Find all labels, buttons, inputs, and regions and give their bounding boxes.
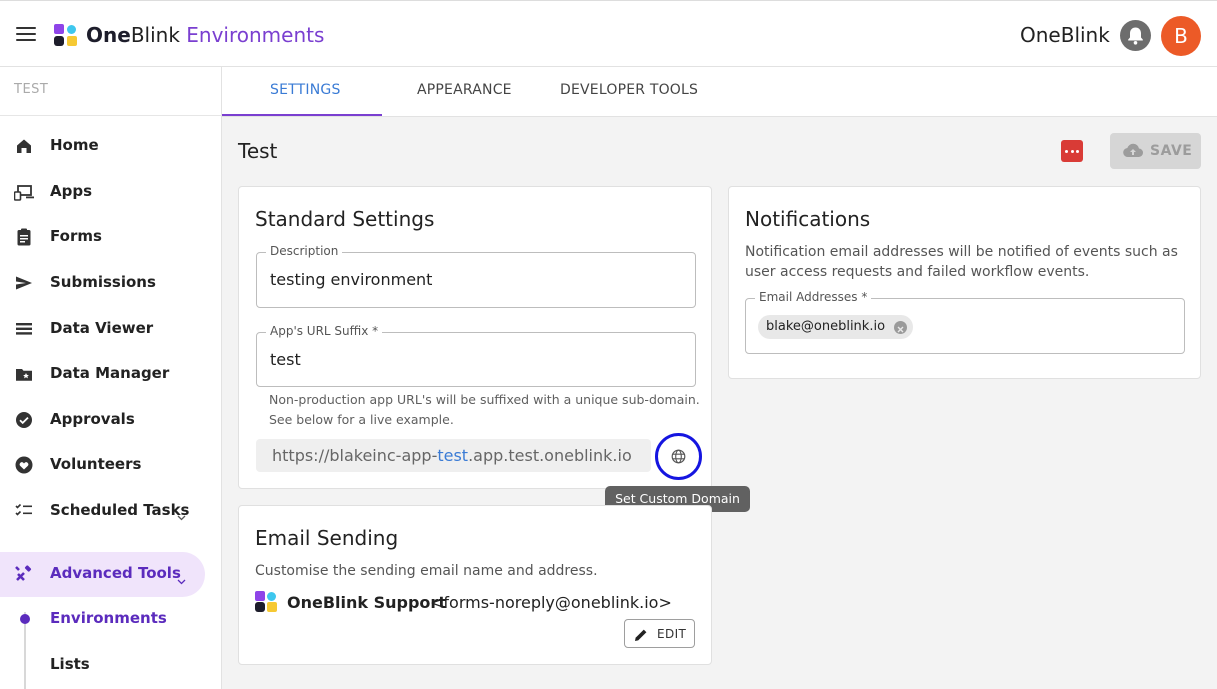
standard-settings-card: Standard Settings Description testing en… [238,186,712,489]
description-field[interactable]: Description testing environment [256,244,696,308]
sidebar-environment-label: TEST [14,82,49,97]
edit-button-label: EDIT [657,627,687,641]
save-button-label: SAVE [1150,143,1193,159]
email-addresses-field[interactable]: Email Addresses * blake@oneblink.io [745,290,1185,354]
cloud-upload-icon [1122,142,1144,164]
check-circle-icon [14,410,34,430]
menu-icon[interactable] [16,27,36,41]
active-tab-indicator [222,114,382,116]
chevron-down-icon [177,570,186,589]
email-sending-title: Email Sending [255,526,399,550]
email-sending-description: Customise the sending email name and add… [255,563,598,579]
sidebar-item-label: Home [50,136,99,154]
volunteer-heart-icon [14,455,34,475]
sidebar-item-label: Advanced Tools [50,564,181,582]
oneblink-logo-icon [255,591,279,613]
sidebar-subitem-label: Environments [50,609,167,627]
sidebar-item-label: Data Manager [50,364,170,382]
description-label: Description [266,244,343,258]
brand-product-name: Environments [186,23,325,47]
more-options-icon[interactable] [1061,140,1083,162]
save-button[interactable]: SAVE [1110,133,1201,169]
tab-appearance[interactable]: APPEARANCE [417,82,512,98]
live-url-example: https://blakeinc-app-test.app.test.onebl… [256,439,651,472]
email-chip: blake@oneblink.io [758,315,914,339]
set-custom-domain-button[interactable] [655,433,702,480]
description-value: testing environment [270,270,433,289]
pencil-icon [634,627,648,646]
sidebar-subitem-label: Lists [50,655,90,673]
tab-settings[interactable]: SETTINGS [270,82,341,98]
email-chip-label: blake@oneblink.io [766,319,886,334]
tools-icon [14,564,34,584]
sidebar-item-label: Submissions [50,273,156,291]
sidebar-item-submissions[interactable]: Submissions [0,263,222,303]
sidebar-item-label: Forms [50,227,102,245]
checklist-icon [14,501,34,521]
sidebar-item-volunteers[interactable]: Volunteers [0,445,222,485]
remove-chip-icon[interactable] [894,321,908,334]
sidebar-item-label: Approvals [50,410,135,428]
folder-star-icon [14,364,34,384]
sidebar-item-approvals[interactable]: Approvals [0,400,222,440]
sidebar-item-label: Scheduled Tasks [50,501,190,519]
edit-sender-button[interactable]: EDIT [624,619,695,648]
sidebar-item-forms[interactable]: Forms [0,217,222,257]
sidebar-item-label: Volunteers [50,455,142,473]
devices-icon [13,182,34,202]
page-title: Test [238,139,278,163]
home-icon [14,136,34,156]
top-app-bar: OneBlink Environments OneBlink B [0,0,1217,67]
notifications-title: Notifications [745,207,871,231]
email-addresses-label: Email Addresses * [755,290,872,304]
sidebar-item-label: Apps [50,182,93,200]
notifications-description: Notification email addresses will be not… [745,244,1178,280]
url-suffix-value: test [270,350,301,369]
user-avatar[interactable]: B [1161,16,1201,56]
sidebar-subitem-environments[interactable]: Environments [0,599,222,639]
clipboard-icon [14,227,34,247]
sidebar-item-scheduled-tasks[interactable]: Scheduled Tasks [0,491,222,531]
sender-name: OneBlink Support [287,593,446,612]
notifications-bell-icon[interactable] [1120,20,1151,51]
app-brand: OneBlink Environments [86,23,325,47]
sidebar-item-apps[interactable]: Apps [0,172,222,212]
tab-developer-tools[interactable]: DEVELOPER TOOLS [560,82,698,98]
email-sending-card: Email Sending Customise the sending emai… [238,505,712,665]
url-helper-text-line1: Non-production app URL's will be suffixe… [269,392,700,407]
url-helper-text-line2: See below for a live example. [269,412,454,427]
sender-address: <forms-noreply@oneblink.io> [430,593,672,612]
notifications-card: Notifications Notification email address… [728,186,1201,379]
sidebar: TEST Home Apps Forms Submissions Data Vi… [0,67,222,689]
sidebar-divider [0,115,222,116]
live-url-text: https://blakeinc-app-test.app.test.onebl… [272,446,632,465]
sidebar-subitem-lists[interactable]: Lists [0,645,222,685]
url-suffix-label: App's URL Suffix * [266,324,383,338]
sidebar-item-data-manager[interactable]: Data Manager [0,354,222,394]
url-suffix-field[interactable]: App's URL Suffix * test [256,324,696,387]
sidebar-item-data-viewer[interactable]: Data Viewer [0,309,222,349]
list-icon [14,319,34,339]
sidebar-item-advanced-tools[interactable]: Advanced Tools [0,554,205,594]
tab-bar: SETTINGS APPEARANCE DEVELOPER TOOLS [222,67,1217,117]
chevron-down-icon [177,506,186,525]
sidebar-item-home[interactable]: Home [0,126,222,166]
organisation-name: OneBlink [1020,23,1110,47]
sidebar-item-label: Data Viewer [50,319,154,337]
standard-settings-title: Standard Settings [255,207,435,231]
globe-icon [671,449,686,468]
oneblink-logo-icon [54,24,79,47]
send-icon [14,273,34,293]
